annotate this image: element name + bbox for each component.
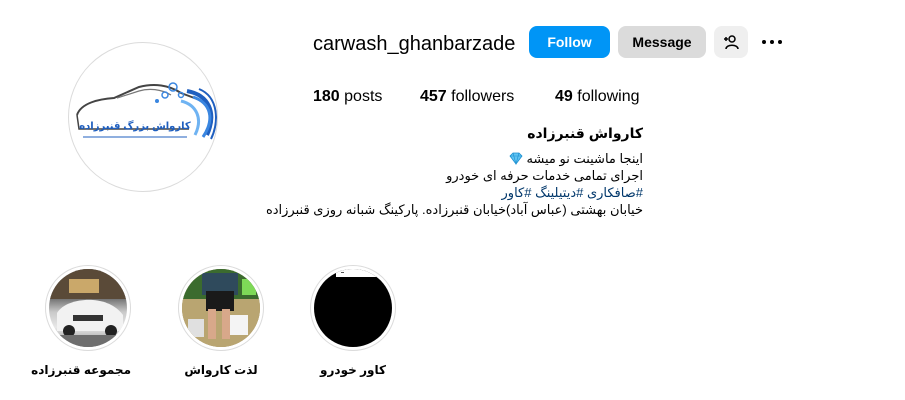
profile-username: carwash_ghanbarzade — [313, 33, 516, 55]
highlight-cover — [49, 269, 127, 347]
following-count: 49 — [555, 88, 573, 105]
story-highlight[interactable]: مجموعه قنبرزاده — [31, 265, 131, 378]
followers-stat[interactable]: 457 followers — [420, 87, 514, 107]
carwash-logo — [76, 82, 217, 140]
profile-display-name: کارواش قنبرزاده — [527, 125, 643, 141]
highlight-label: کاور خودرو — [320, 363, 386, 377]
posts-count: 180 — [313, 88, 340, 105]
bio-address: خیابان بهشتی (عباس آباد)خیابان قنبرزاده.… — [265, 202, 643, 217]
car-photo-image — [49, 269, 127, 347]
more-options-dot — [770, 40, 774, 44]
highlight-ring — [45, 265, 131, 351]
cover-dot — [341, 272, 344, 273]
more-options-icon — [762, 40, 766, 44]
more-options-dot — [778, 40, 782, 44]
highlight-label: مجموعه قنبرزاده — [31, 363, 131, 377]
logo-text: کارواش بزرگ قنبرزاده — [79, 121, 191, 132]
followers-label: followers — [451, 88, 515, 105]
highlight-ring — [178, 265, 264, 351]
posts-stat: 180 posts — [313, 87, 382, 107]
following-stat[interactable]: 49 following — [555, 87, 640, 107]
suggest-user-button[interactable] — [714, 26, 748, 58]
highlight-cover — [182, 269, 260, 347]
profile-bio: کارواش قنبرزاده اینجا ماشینت نو میشه اجر… — [265, 124, 643, 218]
more-options-button[interactable] — [760, 33, 784, 51]
following-label: following — [577, 88, 640, 105]
gem-icon — [509, 152, 523, 165]
bio-hashtags[interactable]: #صافکاری #دیتیلینگ #کاور — [313, 184, 643, 201]
followers-count: 457 — [420, 88, 447, 105]
follow-button[interactable]: Follow — [529, 26, 610, 58]
carwash-photo-image — [182, 269, 260, 347]
highlight-cover — [314, 269, 392, 347]
highlight-ring — [310, 265, 396, 351]
story-highlight[interactable]: لذت کارواش — [178, 265, 264, 378]
add-user-icon — [724, 35, 739, 50]
posts-label: posts — [344, 88, 383, 105]
bio-line-1: اینجا ماشینت نو میشه — [313, 150, 643, 167]
bio-line-2: اجرای تمامی خدمات حرفه ای خودرو — [446, 168, 643, 183]
message-button[interactable]: Message — [618, 26, 706, 58]
bio-line-1-text: اینجا ماشینت نو میشه — [526, 151, 643, 166]
highlight-label: لذت کارواش — [184, 363, 258, 377]
profile-avatar[interactable]: کارواش بزرگ قنبرزاده — [68, 42, 218, 192]
cover-top-bar — [336, 269, 376, 277]
story-highlight[interactable]: کاور خودرو — [310, 265, 396, 378]
